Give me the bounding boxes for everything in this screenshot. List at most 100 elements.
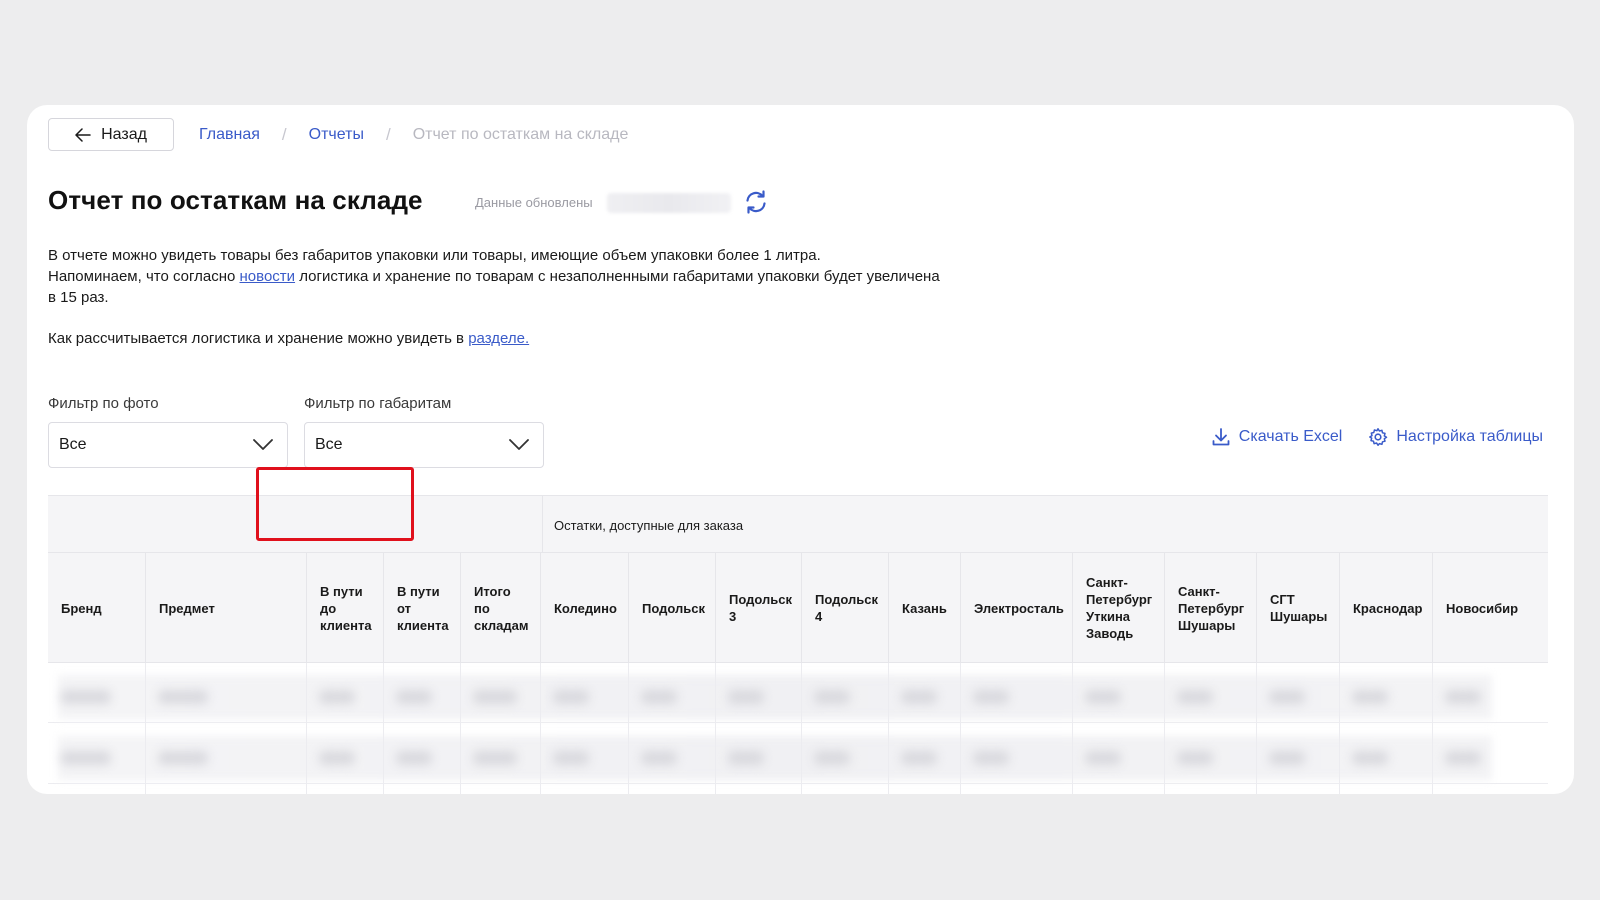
- blurred-cell: [814, 690, 850, 704]
- column-header[interactable]: Предмет: [145, 553, 306, 663]
- column-header[interactable]: Подольск 3: [715, 553, 801, 663]
- download-excel-button[interactable]: Скачать Excel: [1211, 427, 1343, 447]
- column-header[interactable]: Новосибир: [1432, 553, 1548, 663]
- column-separator: [145, 663, 146, 794]
- column-separator: [1072, 663, 1073, 794]
- blurred-cell: [1085, 690, 1121, 704]
- breadcrumb-home[interactable]: Главная: [199, 126, 260, 144]
- blurred-cell: [61, 751, 111, 765]
- blurred-cell: [1269, 690, 1305, 704]
- updated-timestamp-blurred: [607, 193, 731, 213]
- blurred-cell: [1085, 751, 1121, 765]
- description-paragraph: В отчете можно увидеть товары без габари…: [48, 245, 948, 308]
- chevron-down-icon: [509, 439, 529, 450]
- column-header[interactable]: Казань: [888, 553, 960, 663]
- column-separator: [960, 663, 961, 794]
- column-header[interactable]: СГТ Шушары: [1256, 553, 1339, 663]
- photo-filter-select[interactable]: Все: [48, 422, 288, 468]
- blurred-cell: [1352, 690, 1388, 704]
- column-header[interactable]: Бренд: [48, 553, 145, 663]
- column-header[interactable]: В пути от клиента: [383, 553, 460, 663]
- table-settings-label: Настройка таблицы: [1396, 428, 1543, 445]
- gear-icon: [1369, 428, 1388, 446]
- column-header[interactable]: Краснодар: [1339, 553, 1432, 663]
- breadcrumb-separator: /: [281, 125, 287, 144]
- blurred-cell: [473, 751, 517, 765]
- table-header: Бренд Предмет В пути до клиента В пути от к…: [48, 553, 1548, 663]
- column-header[interactable]: Итого по складам: [460, 553, 540, 663]
- description-text: Напоминаем, что согласно: [48, 268, 240, 285]
- blurred-cell: [396, 690, 432, 704]
- stock-table: Остатки, доступные для заказа Бренд Предм…: [48, 495, 1548, 794]
- column-separator: [715, 663, 716, 794]
- blurred-cell: [61, 690, 111, 704]
- photo-filter-label: Фильтр по фото: [48, 395, 159, 412]
- column-header[interactable]: Электросталь: [960, 553, 1072, 663]
- blurred-cell: [473, 690, 517, 704]
- description-paragraph: Как рассчитывается логистика и хранение …: [48, 328, 948, 349]
- column-separator: [801, 663, 802, 794]
- photo-filter: Фильтр по фото Все: [48, 395, 288, 468]
- column-header[interactable]: Санкт- Петербург Уткина Заводь: [1072, 553, 1164, 663]
- column-separator: [540, 663, 541, 794]
- blurred-cell: [1177, 690, 1213, 704]
- column-separator: [1432, 663, 1433, 794]
- chevron-down-icon: [253, 439, 273, 450]
- back-button[interactable]: Назад: [48, 118, 174, 151]
- column-header[interactable]: Подольск: [628, 553, 715, 663]
- blurred-cell: [728, 690, 764, 704]
- download-icon: [1212, 428, 1230, 446]
- blurred-cell: [553, 690, 589, 704]
- table-group-header: Остатки, доступные для заказа: [48, 495, 1548, 554]
- description-text: Как рассчитывается логистика и хранение …: [48, 330, 469, 347]
- group-divider: [542, 496, 543, 554]
- blurred-cell: [728, 751, 764, 765]
- download-excel-label: Скачать Excel: [1238, 428, 1343, 445]
- table-actions: Скачать Excel Настройка таблицы: [1211, 427, 1543, 447]
- column-header[interactable]: Коледино: [540, 553, 628, 663]
- page-title: Отчет по остаткам на складе: [48, 185, 423, 215]
- report-description: В отчете можно увидеть товары без габари…: [48, 245, 948, 349]
- breadcrumb-separator: /: [385, 125, 391, 144]
- blurred-cell: [319, 690, 355, 704]
- arrow-left-icon: [75, 127, 91, 142]
- column-separator: [383, 663, 384, 794]
- news-link[interactable]: новости: [240, 268, 296, 285]
- blurred-cell: [158, 690, 208, 704]
- blurred-cell: [396, 751, 432, 765]
- column-separator: [1256, 663, 1257, 794]
- blurred-cell: [973, 751, 1009, 765]
- column-header[interactable]: Санкт- Петербург Шушары: [1164, 553, 1256, 663]
- column-separator: [1164, 663, 1165, 794]
- blurred-cell: [553, 751, 589, 765]
- photo-filter-value: Все: [59, 436, 87, 453]
- blurred-cell: [1445, 751, 1481, 765]
- column-header[interactable]: Подольск 4: [801, 553, 888, 663]
- back-button-label: Назад: [101, 125, 147, 143]
- refresh-icon[interactable]: [743, 189, 769, 215]
- breadcrumb-reports[interactable]: Отчеты: [309, 126, 364, 144]
- updated-label: Данные обновлены: [475, 195, 593, 210]
- blurred-cell: [814, 751, 850, 765]
- dimensions-filter-select[interactable]: Все: [304, 422, 544, 468]
- column-header[interactable]: В пути до клиента: [306, 553, 383, 663]
- blurred-cell: [1352, 751, 1388, 765]
- dimensions-filter-value: Все: [315, 436, 343, 453]
- blurred-cell: [901, 690, 937, 704]
- description-line: В отчете можно увидеть товары без габари…: [48, 247, 821, 264]
- blurred-cell: [1269, 751, 1305, 765]
- table-settings-button[interactable]: Настройка таблицы: [1368, 427, 1543, 447]
- group-header-label: Остатки, доступные для заказа: [554, 518, 744, 533]
- blurred-cell: [901, 751, 937, 765]
- section-link[interactable]: разделе.: [468, 330, 529, 347]
- blurred-cell: [973, 690, 1009, 704]
- blurred-cell: [158, 751, 208, 765]
- blurred-cell: [641, 751, 677, 765]
- column-separator: [460, 663, 461, 794]
- blurred-cell: [319, 751, 355, 765]
- dimensions-filter: Фильтр по габаритам Все: [304, 395, 544, 468]
- column-separator: [1339, 663, 1340, 794]
- blurred-cell: [1445, 690, 1481, 704]
- report-card: Назад Главная / Отчеты / Отчет по остатк…: [27, 105, 1574, 794]
- column-separator: [888, 663, 889, 794]
